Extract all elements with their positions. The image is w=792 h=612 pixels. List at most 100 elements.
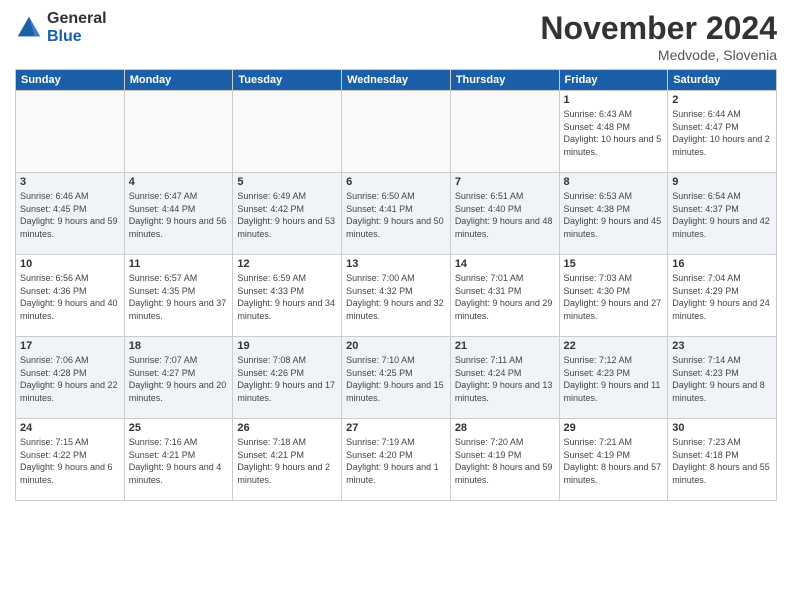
day-info: Sunrise: 7:16 AM Sunset: 4:21 PM Dayligh… (129, 436, 229, 486)
table-row (124, 91, 233, 173)
day-number: 26 (237, 422, 337, 434)
table-row: 29 Sunrise: 7:21 AM Sunset: 4:19 PM Dayli… (559, 419, 668, 501)
day-number: 29 (564, 422, 664, 434)
table-row: 15Sunrise: 7:03 AM Sunset: 4:30 PM Dayli… (559, 255, 668, 337)
table-row: 6 Sunrise: 6:50 AM Sunset: 4:41 PM Daylig… (342, 173, 451, 255)
day-number: 14 (455, 258, 555, 270)
table-row: 24 Sunrise: 7:15 AM Sunset: 4:22 PM Dayli… (16, 419, 125, 501)
table-row: 30 Sunrise: 7:23 AM Sunset: 4:18 PM Dayli… (668, 419, 777, 501)
logo-blue: Blue (47, 28, 82, 45)
table-row (233, 91, 342, 173)
page-header: General Blue November 2024 Medvode, Slov… (15, 10, 777, 63)
day-info: Sunrise: 7:23 AM Sunset: 4:18 PM Dayligh… (672, 436, 772, 486)
day-number: 2 (672, 94, 772, 106)
day-info: Sunrise: 7:10 AM Sunset: 4:25 PM Dayligh… (346, 354, 446, 404)
month-title: November 2024 (540, 10, 777, 47)
day-info: Sunrise: 6:56 AM Sunset: 4:36 PM Dayligh… (20, 272, 120, 322)
day-info: Sunrise: 7:11 AM Sunset: 4:24 PM Dayligh… (455, 354, 555, 404)
day-number: 20 (346, 340, 446, 352)
day-number: 13 (346, 258, 446, 270)
day-number: 7 (455, 176, 555, 188)
day-number: 17 (20, 340, 120, 352)
col-wednesday: Wednesday (342, 70, 451, 91)
table-row: 9 Sunrise: 6:54 AM Sunset: 4:37 PM Daylig… (668, 173, 777, 255)
table-row: 12Sunrise: 6:59 AM Sunset: 4:33 PM Dayli… (233, 255, 342, 337)
col-friday: Friday (559, 70, 668, 91)
col-sunday: Sunday (16, 70, 125, 91)
calendar-header-row: Sunday Monday Tuesday Wednesday Thursday… (16, 70, 777, 91)
day-info: Sunrise: 7:08 AM Sunset: 4:26 PM Dayligh… (237, 354, 337, 404)
day-info: Sunrise: 7:15 AM Sunset: 4:22 PM Dayligh… (20, 436, 120, 486)
col-saturday: Saturday (668, 70, 777, 91)
calendar-week-row: 1 Sunrise: 6:43 AM Sunset: 4:48 PM Daylig… (16, 91, 777, 173)
day-number: 30 (672, 422, 772, 434)
day-number: 24 (20, 422, 120, 434)
day-number: 10 (20, 258, 120, 270)
day-info: Sunrise: 7:21 AM Sunset: 4:19 PM Dayligh… (564, 436, 664, 486)
logo-text: General Blue (47, 10, 107, 45)
calendar-week-row: 17 Sunrise: 7:06 AM Sunset: 4:28 PM Dayli… (16, 337, 777, 419)
table-row: 8 Sunrise: 6:53 AM Sunset: 4:38 PM Daylig… (559, 173, 668, 255)
day-info: Sunrise: 7:03 AM Sunset: 4:30 PM Dayligh… (564, 272, 664, 322)
day-info: Sunrise: 7:12 AM Sunset: 4:23 PM Dayligh… (564, 354, 664, 404)
table-row: 20 Sunrise: 7:10 AM Sunset: 4:25 PM Dayli… (342, 337, 451, 419)
table-row: 2Sunrise: 6:44 AM Sunset: 4:47 PM Daylig… (668, 91, 777, 173)
table-row: 13Sunrise: 7:00 AM Sunset: 4:32 PM Dayli… (342, 255, 451, 337)
table-row: 16 Sunrise: 7:04 AM Sunset: 4:29 PM Dayli… (668, 255, 777, 337)
location: Medvode, Slovenia (540, 47, 777, 63)
day-info: Sunrise: 6:50 AM Sunset: 4:41 PM Dayligh… (346, 190, 446, 240)
table-row: 14Sunrise: 7:01 AM Sunset: 4:31 PM Dayli… (450, 255, 559, 337)
table-row: 26 Sunrise: 7:18 AM Sunset: 4:21 PM Dayli… (233, 419, 342, 501)
day-number: 4 (129, 176, 229, 188)
day-info: Sunrise: 7:19 AM Sunset: 4:20 PM Dayligh… (346, 436, 446, 486)
day-number: 19 (237, 340, 337, 352)
day-info: Sunrise: 7:04 AM Sunset: 4:29 PM Dayligh… (672, 272, 772, 322)
day-number: 3 (20, 176, 120, 188)
table-row: 3 Sunrise: 6:46 AM Sunset: 4:45 PM Daylig… (16, 173, 125, 255)
day-info: Sunrise: 6:47 AM Sunset: 4:44 PM Dayligh… (129, 190, 229, 240)
day-number: 25 (129, 422, 229, 434)
day-info: Sunrise: 6:51 AM Sunset: 4:40 PM Dayligh… (455, 190, 555, 240)
table-row: 25 Sunrise: 7:16 AM Sunset: 4:21 PM Dayli… (124, 419, 233, 501)
day-number: 8 (564, 176, 664, 188)
table-row: 28Sunrise: 7:20 AM Sunset: 4:19 PM Dayli… (450, 419, 559, 501)
logo-general: General (47, 10, 107, 27)
day-number: 18 (129, 340, 229, 352)
day-number: 22 (564, 340, 664, 352)
calendar-week-row: 3 Sunrise: 6:46 AM Sunset: 4:45 PM Daylig… (16, 173, 777, 255)
day-number: 1 (564, 94, 664, 106)
day-info: Sunrise: 7:14 AM Sunset: 4:23 PM Dayligh… (672, 354, 772, 404)
day-info: Sunrise: 6:49 AM Sunset: 4:42 PM Dayligh… (237, 190, 337, 240)
col-tuesday: Tuesday (233, 70, 342, 91)
day-info: Sunrise: 6:46 AM Sunset: 4:45 PM Dayligh… (20, 190, 120, 240)
day-number: 11 (129, 258, 229, 270)
table-row: 23Sunrise: 7:14 AM Sunset: 4:23 PM Dayli… (668, 337, 777, 419)
day-info: Sunrise: 7:18 AM Sunset: 4:21 PM Dayligh… (237, 436, 337, 486)
day-info: Sunrise: 7:06 AM Sunset: 4:28 PM Dayligh… (20, 354, 120, 404)
day-number: 28 (455, 422, 555, 434)
day-number: 27 (346, 422, 446, 434)
day-info: Sunrise: 6:59 AM Sunset: 4:33 PM Dayligh… (237, 272, 337, 322)
day-info: Sunrise: 6:54 AM Sunset: 4:37 PM Dayligh… (672, 190, 772, 240)
day-number: 16 (672, 258, 772, 270)
day-number: 6 (346, 176, 446, 188)
day-number: 21 (455, 340, 555, 352)
table-row: 17 Sunrise: 7:06 AM Sunset: 4:28 PM Dayli… (16, 337, 125, 419)
calendar-week-row: 10 Sunrise: 6:56 AM Sunset: 4:36 PM Dayli… (16, 255, 777, 337)
col-thursday: Thursday (450, 70, 559, 91)
table-row: 5 Sunrise: 6:49 AM Sunset: 4:42 PM Daylig… (233, 173, 342, 255)
table-row: 11 Sunrise: 6:57 AM Sunset: 4:35 PM Dayli… (124, 255, 233, 337)
day-info: Sunrise: 6:43 AM Sunset: 4:48 PM Dayligh… (564, 108, 664, 158)
table-row: 7 Sunrise: 6:51 AM Sunset: 4:40 PM Daylig… (450, 173, 559, 255)
day-info: Sunrise: 7:07 AM Sunset: 4:27 PM Dayligh… (129, 354, 229, 404)
table-row: 21 Sunrise: 7:11 AM Sunset: 4:24 PM Dayli… (450, 337, 559, 419)
day-info: Sunrise: 6:57 AM Sunset: 4:35 PM Dayligh… (129, 272, 229, 322)
table-row: 19 Sunrise: 7:08 AM Sunset: 4:26 PM Dayli… (233, 337, 342, 419)
table-row: 18 Sunrise: 7:07 AM Sunset: 4:27 PM Dayli… (124, 337, 233, 419)
day-info: Sunrise: 6:53 AM Sunset: 4:38 PM Dayligh… (564, 190, 664, 240)
title-block: November 2024 Medvode, Slovenia (540, 10, 777, 63)
day-number: 5 (237, 176, 337, 188)
table-row: 10 Sunrise: 6:56 AM Sunset: 4:36 PM Dayli… (16, 255, 125, 337)
table-row: 27 Sunrise: 7:19 AM Sunset: 4:20 PM Dayli… (342, 419, 451, 501)
day-number: 9 (672, 176, 772, 188)
